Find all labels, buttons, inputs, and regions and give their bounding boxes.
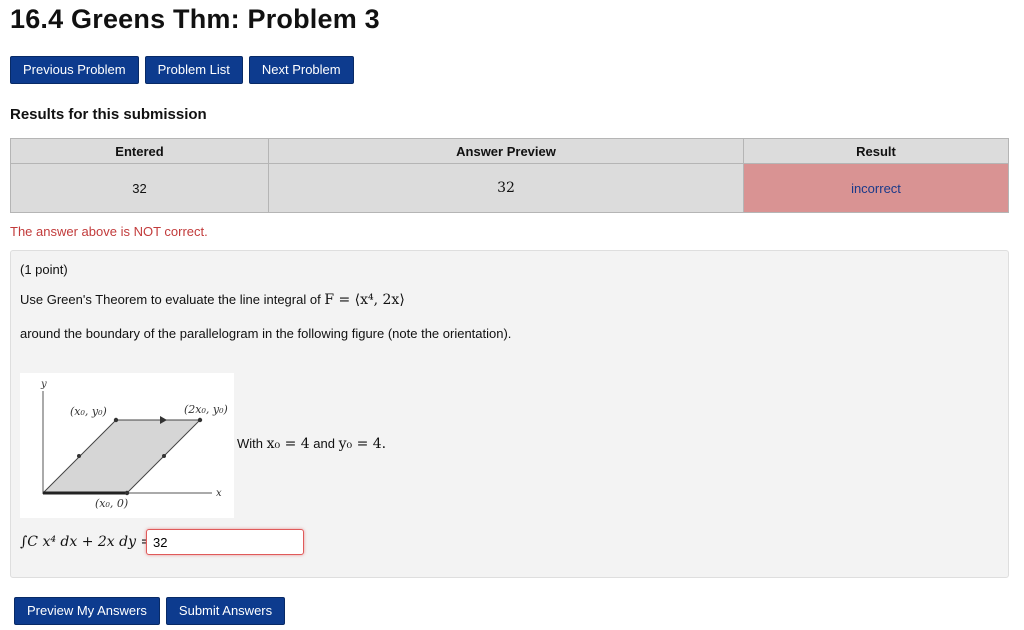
problem-points: (1 point) bbox=[20, 262, 68, 277]
label-top-left-vertex: (x₀, y₀) bbox=[70, 405, 107, 418]
result-status-badge: incorrect bbox=[743, 163, 1009, 213]
vertex-top-right bbox=[197, 417, 203, 423]
vector-field-expression: F = ⟨x⁴, 2x⟩ bbox=[324, 292, 405, 308]
problem-statement-continued: around the boundary of the parallelogram… bbox=[20, 326, 512, 341]
column-entered: Entered bbox=[10, 138, 269, 164]
given-y0: y₀ = 4. bbox=[338, 436, 387, 452]
label-bottom-vertex: (x₀, 0) bbox=[95, 497, 128, 510]
entered-cell: 32 bbox=[10, 163, 269, 213]
statement-text: Use Green's Theorem to evaluate the line… bbox=[20, 292, 325, 307]
column-result: Result bbox=[743, 138, 1009, 164]
results-table: Entered Answer Preview Result 32 32 inco… bbox=[10, 138, 1009, 213]
parallelogram-region bbox=[41, 419, 202, 494]
edge-marker-left bbox=[77, 454, 81, 458]
vertex-bottom bbox=[124, 490, 130, 496]
y-axis-label: y bbox=[40, 379, 47, 390]
parallelogram-figure: y x (x₀, y₀) (2x₀, y₀) (x₀, 0) bbox=[20, 373, 234, 518]
given-x0: x₀ = 4 bbox=[266, 436, 310, 452]
column-answer-preview: Answer Preview bbox=[268, 138, 744, 164]
preview-answers-button[interactable]: Preview My Answers bbox=[14, 597, 160, 625]
problem-list-button[interactable]: Problem List bbox=[144, 56, 243, 84]
page-title: 16.4 Greens Thm: Problem 3 bbox=[10, 4, 380, 34]
answer-preview-cell: 32 bbox=[268, 163, 744, 213]
problem-nav: Previous Problem Problem List Next Probl… bbox=[10, 56, 354, 84]
answer-input[interactable] bbox=[146, 529, 304, 555]
submission-actions: Preview My Answers Submit Answers bbox=[14, 597, 286, 625]
parallelogram-diagram: y x (x₀, y₀) (2x₀, y₀) (x₀, 0) bbox=[40, 379, 228, 510]
next-problem-button[interactable]: Next Problem bbox=[248, 56, 354, 84]
given-prefix: With bbox=[237, 436, 263, 451]
problem-statement: Use Green's Theorem to evaluate the line… bbox=[20, 292, 405, 308]
results-heading: Results for this submission bbox=[10, 106, 207, 123]
edge-marker-right bbox=[162, 454, 166, 458]
results-header-row: Entered Answer Preview Result bbox=[10, 138, 1009, 164]
previous-problem-button[interactable]: Previous Problem bbox=[10, 56, 139, 84]
incorrect-notice: The answer above is NOT correct. bbox=[10, 224, 208, 239]
given-values: With x₀ = 4 and y₀ = 4. bbox=[237, 436, 386, 452]
given-and: and bbox=[313, 436, 335, 451]
submit-answers-button[interactable]: Submit Answers bbox=[165, 597, 286, 625]
vertex-top-left bbox=[113, 417, 119, 423]
table-row: 32 32 incorrect bbox=[10, 163, 1009, 213]
integral-expression: ∫C x⁴ dx + 2x dy = bbox=[20, 534, 153, 550]
problem-panel: (1 point) Use Green's Theorem to evaluat… bbox=[10, 250, 1009, 578]
label-top-right-vertex: (2x₀, y₀) bbox=[184, 403, 228, 416]
x-axis-label: x bbox=[216, 488, 222, 499]
